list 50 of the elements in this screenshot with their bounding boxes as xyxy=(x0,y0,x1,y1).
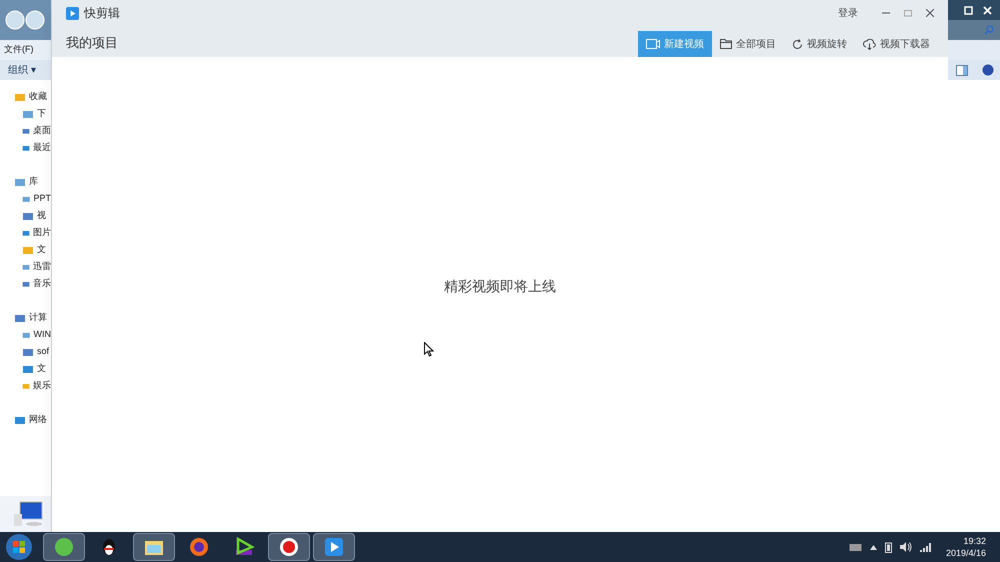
up-arrow-icon[interactable] xyxy=(870,544,877,550)
toolbar-tab[interactable]: 视频旋转 xyxy=(784,31,855,57)
tree-item[interactable]: 库 xyxy=(29,174,38,188)
rotate-icon xyxy=(792,38,803,50)
restore-icon[interactable] xyxy=(964,6,973,14)
toolbar-tab[interactable]: 视频下载器 xyxy=(855,31,938,57)
tree-item[interactable]: 图片 xyxy=(33,226,51,240)
keyboard-icon[interactable] xyxy=(848,542,862,552)
start-button[interactable] xyxy=(5,533,33,561)
close-icon[interactable] xyxy=(926,9,934,17)
taskbar-button[interactable] xyxy=(268,533,310,561)
tree-item[interactable]: 收藏 xyxy=(29,90,47,104)
speaker-icon[interactable] xyxy=(900,542,912,552)
browser-icon xyxy=(188,536,210,558)
folder-icon xyxy=(720,39,732,49)
cloud-download-icon xyxy=(863,38,876,50)
tree-item[interactable]: 最近 xyxy=(33,140,51,154)
tree-item[interactable]: PPT xyxy=(33,192,51,206)
tree-item[interactable]: 计算 xyxy=(29,310,47,324)
login-link[interactable]: 登录 xyxy=(838,6,858,20)
tree-item[interactable]: 文 xyxy=(37,362,46,376)
tree-item[interactable]: 迅雷 xyxy=(33,260,51,274)
empty-state-message: 精彩视频即将上线 xyxy=(444,277,556,296)
tree-item[interactable]: sof xyxy=(37,344,50,358)
app-logo-icon xyxy=(66,6,79,20)
tree-item[interactable]: 娱乐 xyxy=(33,378,51,392)
tree-item[interactable]: 文 xyxy=(37,242,46,256)
record-icon xyxy=(278,536,300,558)
tree-item[interactable]: 网络 xyxy=(29,412,47,426)
computer-icon xyxy=(12,500,44,528)
tree-item[interactable]: 视 xyxy=(37,208,46,222)
tree-item[interactable]: WIN xyxy=(34,328,51,342)
clock-date[interactable]: 2019/4/16 xyxy=(946,547,986,559)
help-icon[interactable] xyxy=(982,64,994,76)
video-camera-icon xyxy=(646,39,660,49)
globe-icon xyxy=(53,536,75,558)
preview-pane-icon[interactable] xyxy=(956,64,968,76)
page-heading: 我的项目 xyxy=(66,34,118,52)
window-title: 快剪辑 xyxy=(84,5,120,22)
signal-icon[interactable] xyxy=(920,542,932,552)
battery-icon[interactable] xyxy=(884,542,892,552)
mouse-cursor-icon xyxy=(424,342,434,357)
tree-item[interactable]: 桌面 xyxy=(33,124,51,138)
clock-time[interactable]: 19:32 xyxy=(963,535,986,547)
toolbar-tab[interactable]: 全部项目 xyxy=(712,31,784,57)
play-icon xyxy=(323,536,345,558)
tree-item[interactable]: 下 xyxy=(37,106,46,120)
play-icon xyxy=(233,536,255,558)
taskbar-button[interactable] xyxy=(313,533,355,561)
tree-item[interactable]: 音乐 xyxy=(33,276,51,290)
